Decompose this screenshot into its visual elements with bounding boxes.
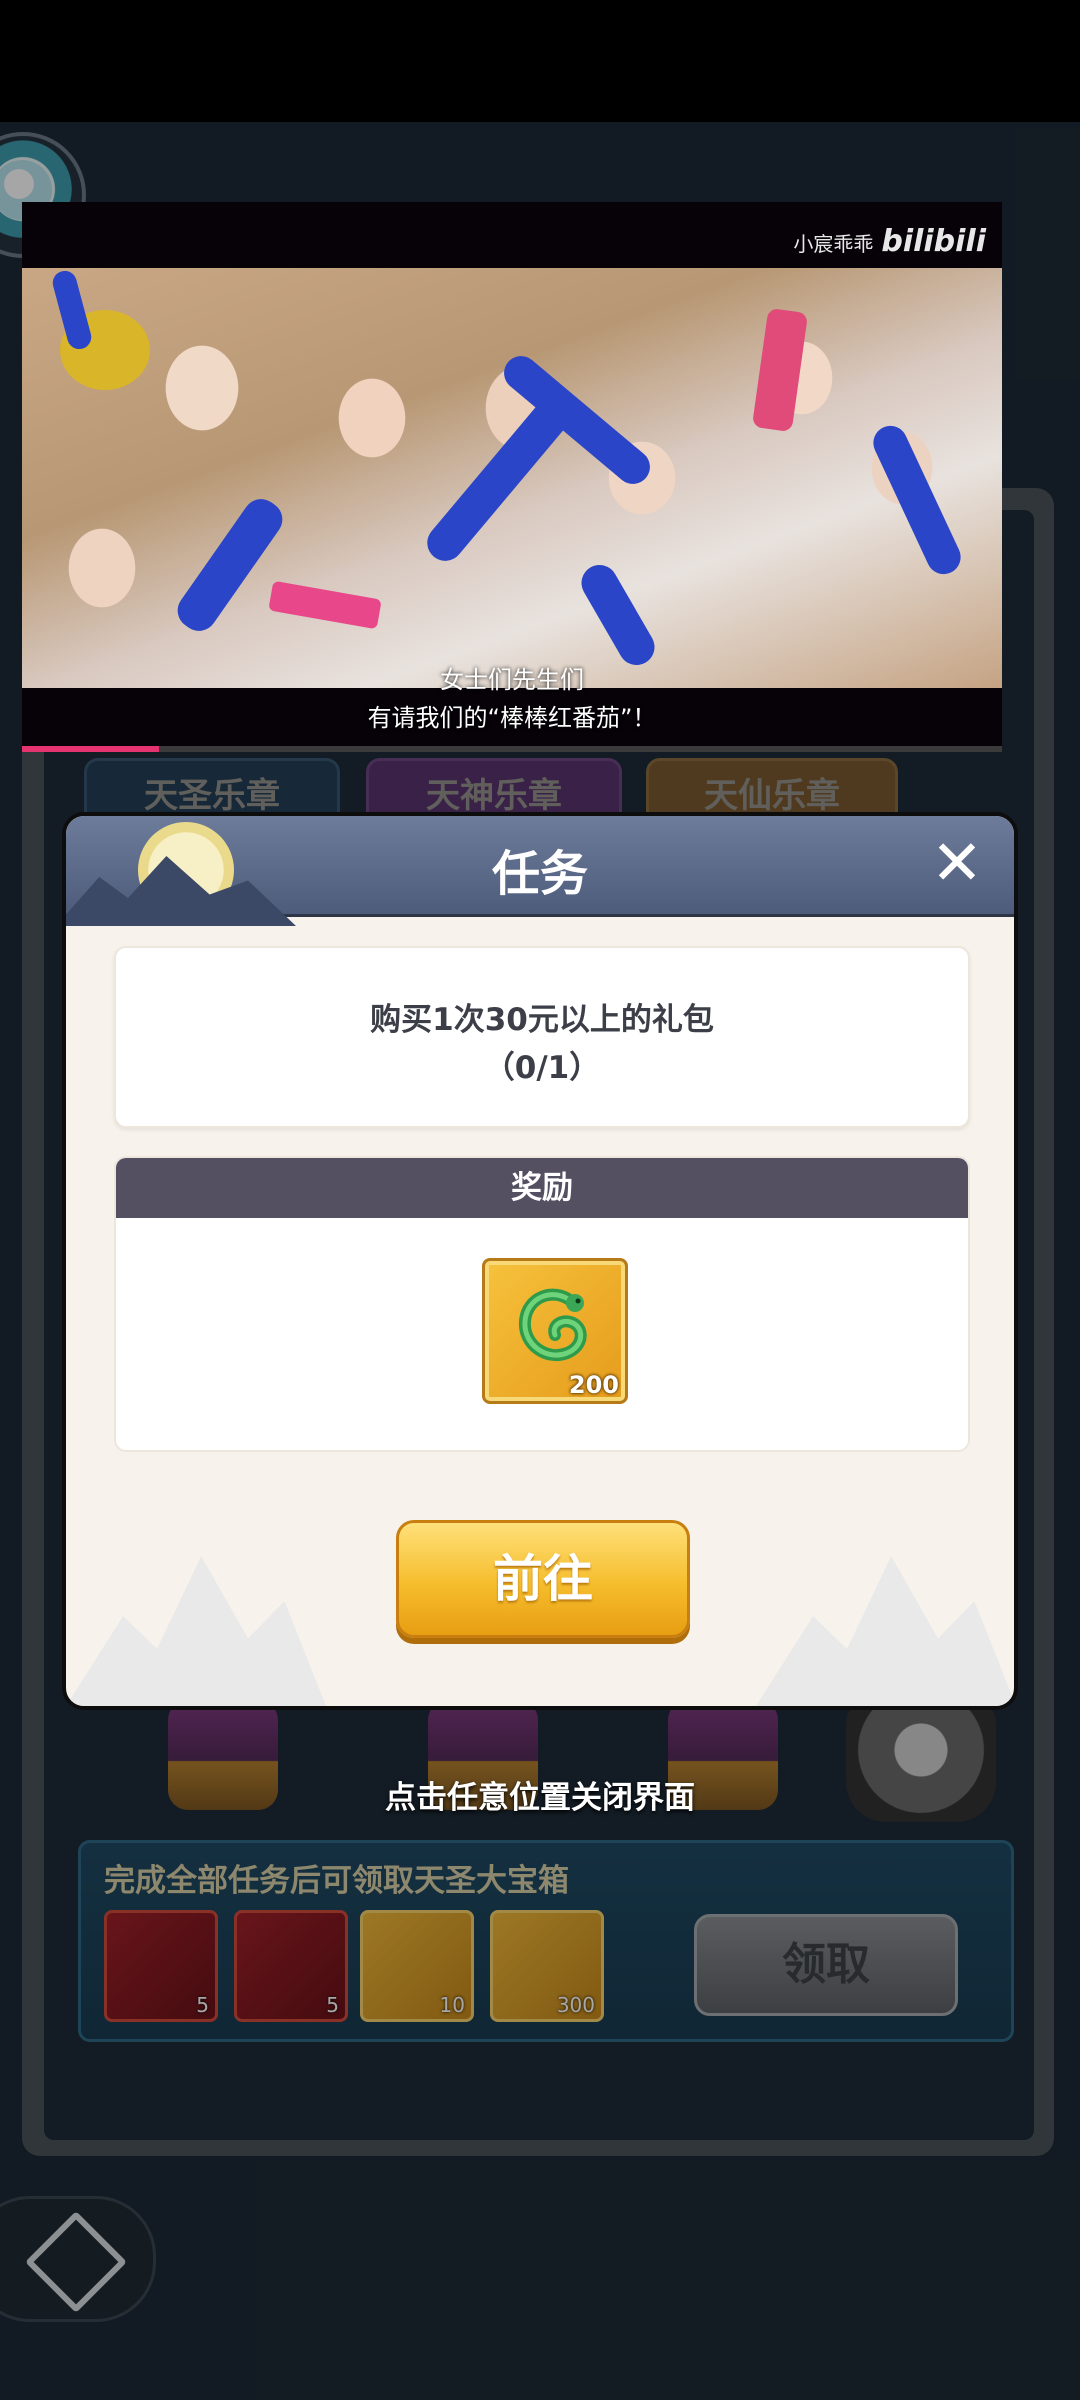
task-description: 购买1次30元以上的礼包 (370, 1002, 714, 1038)
video-watermark: 小宸乖乖 bilibili (793, 224, 986, 259)
modal-title: 任务 (491, 846, 588, 902)
video-subtitle: 女士们先生们 (440, 666, 584, 694)
status-bar (0, 0, 1080, 122)
jade-dragon-icon (518, 1288, 587, 1361)
bilibili-logo: bilibili (881, 224, 986, 259)
video-progress-fill (22, 746, 160, 752)
reward-card: 奖励 200 (114, 1156, 970, 1452)
mountain-decoration (756, 1556, 1014, 1706)
mountain-decoration (66, 1556, 326, 1706)
go-button[interactable]: 前往 (396, 1520, 690, 1638)
video-progress-track[interactable] (22, 746, 1002, 752)
modal-header: 任务 ✕ (66, 816, 1014, 926)
reward-item[interactable]: 200 (482, 1258, 628, 1404)
close-icon[interactable]: ✕ (922, 828, 992, 898)
watermark-user: 小宸乖乖 (793, 232, 874, 256)
task-progress: （0/1） (483, 1050, 601, 1086)
reward-count: 200 (568, 1371, 619, 1399)
task-modal: 任务 ✕ 购买1次30元以上的礼包 （0/1） 奖励 200 前往 (62, 812, 1018, 1710)
reward-header: 奖励 (116, 1158, 968, 1218)
close-hint: 点击任意位置关闭界面 (385, 1780, 695, 1816)
task-card: 购买1次30元以上的礼包 （0/1） (114, 946, 970, 1128)
video-subtitle: 有请我们的“棒棒红番茄”！ (367, 704, 657, 732)
